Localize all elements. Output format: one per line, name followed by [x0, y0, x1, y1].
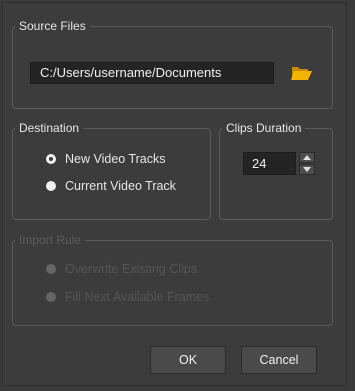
import-rule-legend: Import Rule: [19, 233, 82, 247]
radio-label: New Video Tracks: [65, 152, 166, 166]
radio-label: Fill Next Available Frames: [65, 290, 210, 304]
decrement-button[interactable]: [299, 164, 315, 175]
clips-duration-spinbox: 24: [243, 152, 319, 175]
clips-duration-legend: Clips Duration: [226, 121, 302, 135]
radio-label: Overwrite Existing Clips: [65, 262, 197, 276]
radio-disabled-indicator: [46, 292, 56, 302]
radio-fill-next-available-frames[interactable]: Fill Next Available Frames: [46, 290, 209, 304]
source-files-legend: Source Files: [19, 19, 86, 33]
arrow-up-icon: [303, 155, 311, 160]
radio-overwrite-existing-clips[interactable]: Overwrite Existing Clips: [46, 262, 197, 276]
folder-open-icon: [291, 67, 312, 80]
arrow-down-icon: [303, 167, 311, 172]
source-path-field[interactable]: C:/Users/username/Documents: [30, 62, 274, 84]
ok-button[interactable]: OK: [150, 346, 226, 374]
browse-folder-button[interactable]: [291, 63, 313, 83]
radio-disabled-indicator: [46, 264, 56, 274]
radio-current-video-track[interactable]: Current Video Track: [46, 179, 176, 193]
destination-legend: Destination: [19, 121, 80, 135]
radio-selected-indicator: [46, 154, 56, 164]
import-rule-group: Import Rule: [12, 233, 333, 326]
radio-unselected-indicator: [46, 181, 56, 191]
radio-label: Current Video Track: [65, 179, 176, 193]
cancel-button[interactable]: Cancel: [241, 346, 317, 374]
destination-group: Destination: [12, 121, 211, 220]
radio-new-video-tracks[interactable]: New Video Tracks: [46, 152, 166, 166]
clips-duration-input[interactable]: 24: [243, 152, 296, 175]
increment-button[interactable]: [299, 152, 315, 163]
